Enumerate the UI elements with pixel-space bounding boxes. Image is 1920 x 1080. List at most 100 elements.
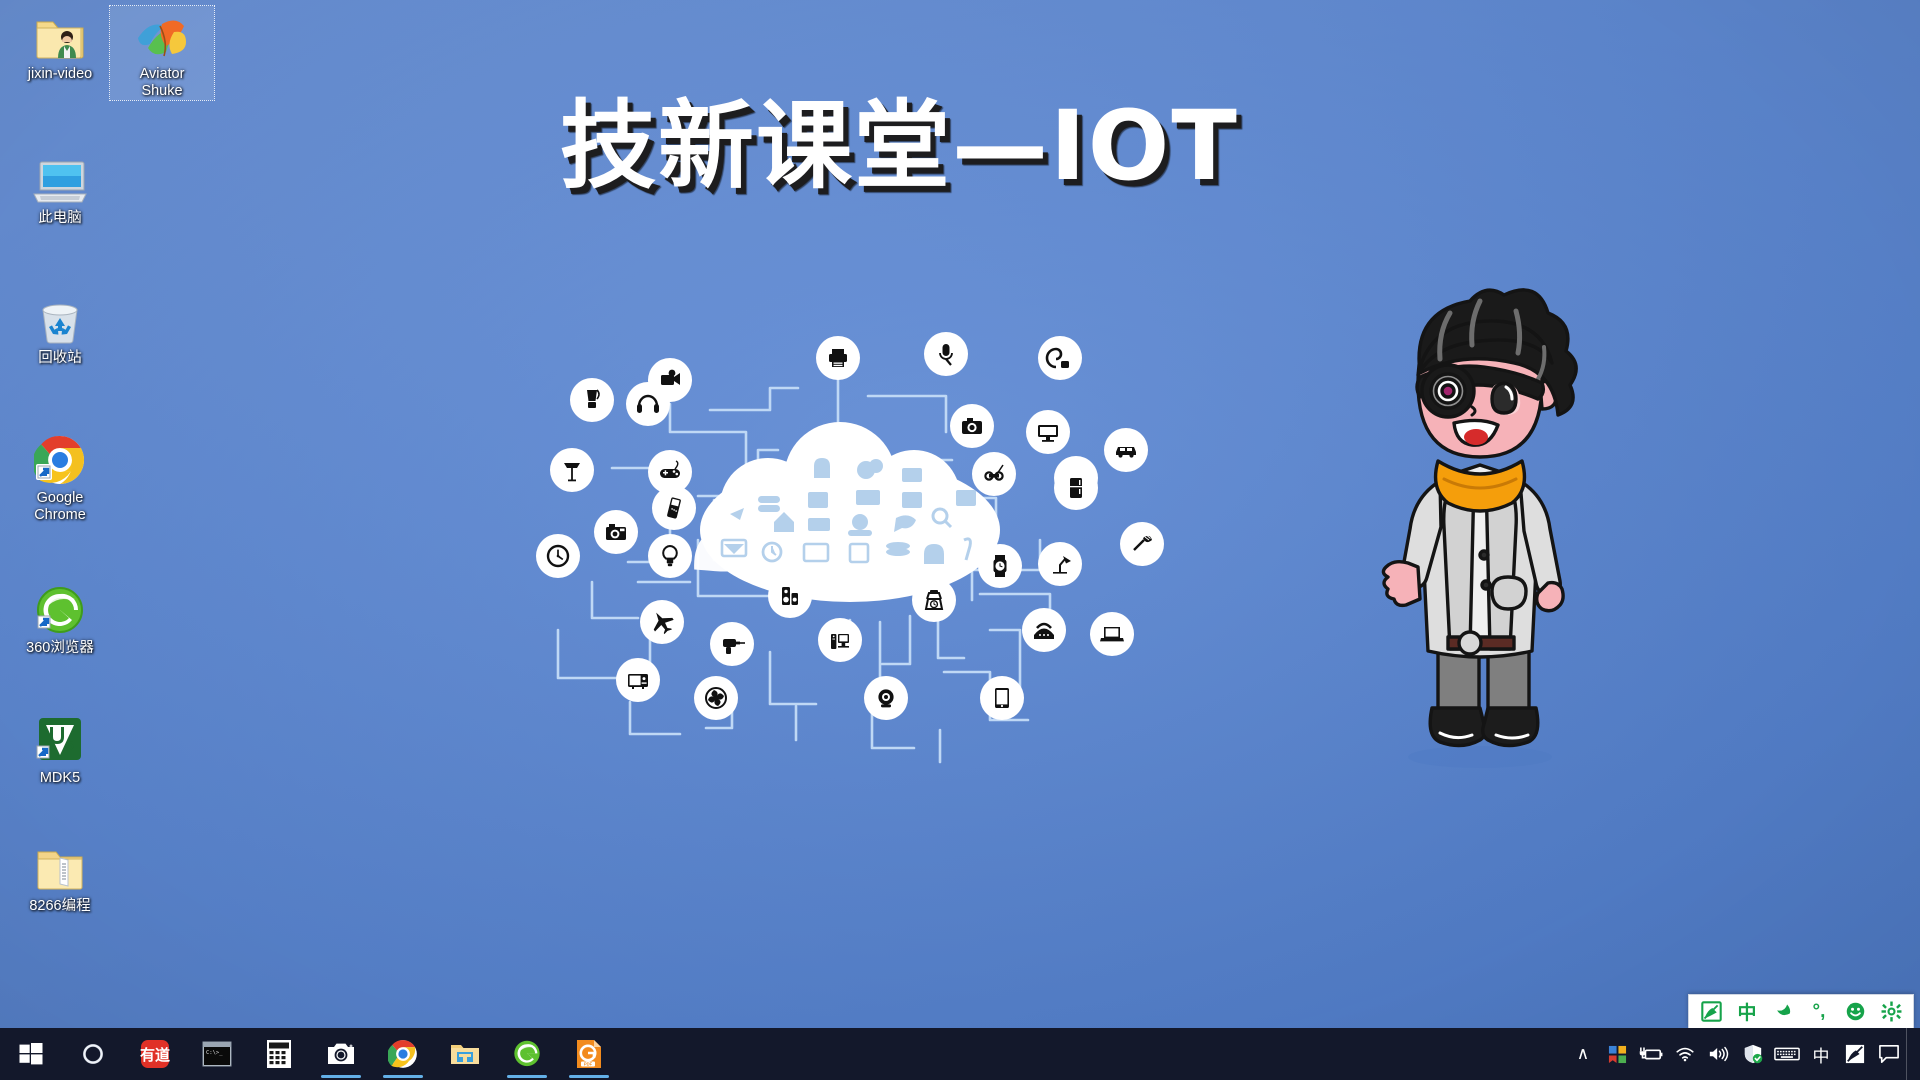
node-camera-dslr [950, 404, 994, 448]
youdao-taskbar[interactable]: 有道 [124, 1028, 186, 1080]
360-taskbar[interactable] [496, 1028, 558, 1080]
node-headphones [626, 382, 670, 426]
camera-taskbar[interactable] [310, 1028, 372, 1080]
notification-icon[interactable] [1872, 1028, 1906, 1080]
node-refrigerator [1054, 466, 1098, 510]
recycle-bin-icon [8, 290, 112, 346]
crescent-moon-icon[interactable] [1765, 996, 1801, 1028]
desktop-icon-recycle-bin[interactable]: 回收站 [8, 290, 112, 367]
node-smartwatch [978, 544, 1022, 588]
taskbar-active-indicator [569, 1075, 609, 1078]
calculator-icon [267, 1040, 291, 1068]
desktop-icon-label: Google Chrome [34, 490, 86, 524]
node-microwave [616, 658, 660, 702]
cortana-circle-icon [83, 1044, 103, 1064]
taskbar: 有道 C:\>_ PDF ∧ 中 [0, 1028, 1920, 1080]
folder-user-icon [8, 6, 112, 62]
svg-text:PDF: PDF [584, 1062, 593, 1067]
taskbar-active-indicator [321, 1075, 361, 1078]
start-button[interactable] [0, 1028, 62, 1080]
desktop-icon-label: 8266编程 [29, 898, 91, 914]
node-wall-clock [536, 534, 580, 578]
360-browser-icon [8, 580, 112, 636]
wifi-icon[interactable] [1668, 1028, 1702, 1080]
node-laptop [1090, 612, 1134, 656]
cortana-button[interactable] [62, 1028, 124, 1080]
desktop-icon-label: 360浏览器 [26, 640, 94, 656]
node-microphone [924, 332, 968, 376]
shield-check-icon[interactable] [1736, 1028, 1770, 1080]
desktop-icon-label: 此电脑 [38, 210, 82, 226]
cmd-taskbar[interactable]: C:\>_ [186, 1028, 248, 1080]
desktop-icon-this-pc[interactable]: 此电脑 [8, 150, 112, 227]
node-printer [816, 336, 860, 380]
taskbar-active-indicator [383, 1075, 423, 1078]
chrome-icon [388, 1040, 417, 1068]
taskbar-active-indicator [507, 1075, 547, 1078]
ime-language-icon[interactable]: 中 [1729, 996, 1765, 1028]
node-mobile-phone [652, 486, 696, 530]
node-monitor [1026, 410, 1070, 454]
desktop-wallpaper[interactable]: 技新课堂—IOT jixin-video Aviator Shuke 此电脑 回… [0, 0, 1920, 1080]
node-lightbulb [648, 534, 692, 578]
pen-input-icon[interactable] [1838, 1028, 1872, 1080]
node-vacuum [1038, 336, 1082, 380]
desktop-icon-label: Aviator Shuke [139, 66, 185, 100]
node-kitchen-scale [912, 578, 956, 622]
pdf-icon: PDF [577, 1040, 601, 1068]
node-camera [594, 510, 638, 554]
node-desk-lamp [1038, 542, 1082, 586]
node-feather-duster [1120, 522, 1164, 566]
svg-text:5: 5 [66, 737, 74, 753]
360-browser-icon [514, 1040, 540, 1067]
keyboard-icon[interactable] [1770, 1028, 1804, 1080]
node-car [1104, 428, 1148, 472]
desktop-icon-label: 回收站 [38, 350, 82, 366]
punctuation-icon[interactable]: °, [1801, 996, 1837, 1028]
node-tablet [980, 676, 1024, 720]
mdk5-icon: 5 [8, 710, 112, 766]
file-explorer-icon [451, 1045, 479, 1064]
speaker-icon[interactable] [1702, 1028, 1736, 1080]
pdf-taskbar[interactable]: PDF [558, 1028, 620, 1080]
ime-floating-bar[interactable]: 中 °, [1688, 994, 1914, 1028]
show-hidden-icons-button[interactable]: ∧ [1566, 1028, 1600, 1080]
desktop-icon-mdk5[interactable]: 5 MDK5 [8, 710, 112, 787]
node-speakers [768, 574, 812, 618]
smiley-icon[interactable] [1837, 996, 1873, 1028]
desktop-icon-jixin-video[interactable]: jixin-video [8, 6, 112, 83]
taskbar-items: 有道 C:\>_ PDF [0, 1028, 620, 1080]
command-prompt-icon: C:\>_ [202, 1041, 232, 1067]
chrome-icon [8, 430, 112, 486]
ime-logo-icon[interactable] [1693, 996, 1729, 1028]
camera-app-icon [328, 1043, 354, 1064]
desktop-icon-aviator-shuke[interactable]: Aviator Shuke [109, 4, 215, 102]
system-tray: ∧ 中 [1566, 1028, 1920, 1080]
folder-icon [8, 838, 112, 894]
desktop-icon-label: MDK5 [39, 770, 81, 786]
chinese-mode-icon[interactable]: 中 [1804, 1028, 1838, 1080]
gear-icon[interactable] [1873, 996, 1909, 1028]
chrome-taskbar[interactable] [372, 1028, 434, 1080]
show-desktop-button[interactable] [1906, 1028, 1914, 1080]
this-pc-icon [8, 150, 112, 206]
node-desktop-pc [818, 618, 862, 662]
node-webcam [864, 676, 908, 720]
node-telephone [1022, 608, 1066, 652]
svg-text:有道: 有道 [140, 1046, 170, 1064]
windows-logo-icon [19, 1043, 43, 1065]
svg-text:C:\>_: C:\>_ [206, 1050, 223, 1056]
four-squares-icon[interactable] [1600, 1028, 1634, 1080]
page-title: 技新课堂—IOT [560, 90, 1239, 202]
shuke-mascot [1320, 265, 1640, 785]
battery-plug-icon[interactable] [1634, 1028, 1668, 1080]
iot-cloud-illustration [520, 300, 1180, 820]
node-airplane [640, 600, 684, 644]
calculator-taskbar[interactable] [248, 1028, 310, 1080]
desktop-icon-360-browser[interactable]: 360浏览器 [8, 580, 112, 657]
explorer-taskbar[interactable] [434, 1028, 496, 1080]
desktop-icon-google-chrome[interactable]: Google Chrome [8, 430, 112, 524]
desktop-icon-8266-programming[interactable]: 8266编程 [8, 838, 112, 915]
node-floor-lamp [550, 448, 594, 492]
youdao-icon: 有道 [140, 1040, 170, 1068]
